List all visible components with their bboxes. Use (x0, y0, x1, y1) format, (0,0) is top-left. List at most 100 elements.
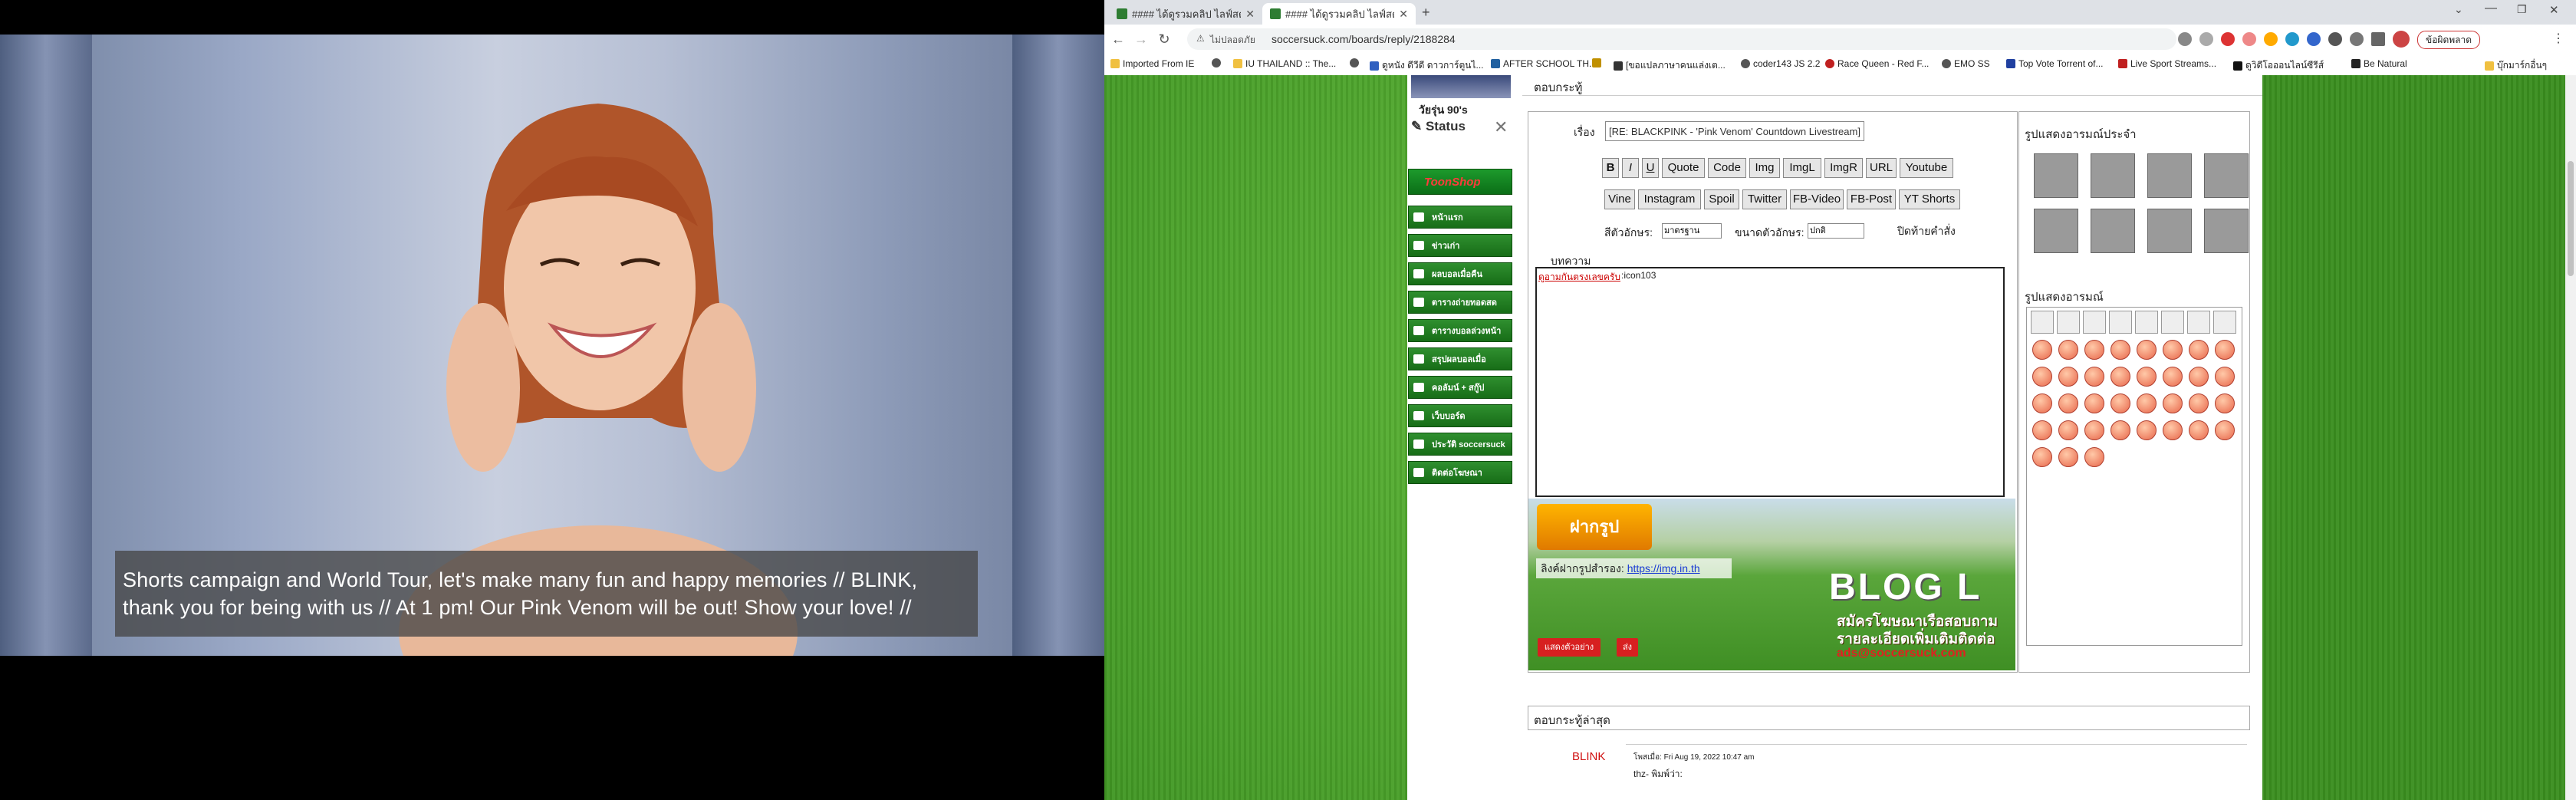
emoticon[interactable] (2032, 367, 2052, 387)
sidebar-item-home[interactable]: หน้าแรก (1408, 206, 1512, 229)
instagram-button[interactable]: Instagram (1638, 189, 1701, 209)
emoticon[interactable] (2032, 340, 2052, 360)
forward-icon[interactable]: → (1132, 30, 1150, 48)
img-button[interactable]: Img (1749, 158, 1780, 178)
bookmark-item[interactable]: IU THAILAND :: The... (1233, 58, 1336, 69)
other-bookmarks[interactable]: บุ๊กมาร์กอื่นๆ (2485, 58, 2547, 73)
subject-input[interactable] (1605, 121, 1864, 141)
twitter-button[interactable]: Twitter (1742, 189, 1787, 209)
sidebar-item-summary[interactable]: สรุปผลบอลเมื่อ (1408, 347, 1512, 370)
bookmark-item[interactable]: ดูวิดีโอออนไลน์ซีรีส์ (2233, 58, 2324, 73)
font-color-select[interactable]: มาตรฐาน (1662, 223, 1722, 239)
emoticon[interactable] (2110, 420, 2130, 440)
bookmark-item[interactable] (1212, 58, 1221, 67)
emoticon-category-tab[interactable] (2031, 311, 2054, 334)
sidebar-item-column[interactable]: คอลัมน์ + สกู๊ป (1408, 376, 1512, 399)
close-tab-icon[interactable]: ✕ (1399, 8, 1408, 21)
sidebar-item-history[interactable]: ประวัติ soccersuck (1408, 433, 1512, 456)
emoticon[interactable] (2058, 340, 2078, 360)
bold-button[interactable]: B (1602, 158, 1619, 178)
personal-emoticon-slot[interactable] (2034, 153, 2078, 198)
bookmark-item[interactable]: Be Natural (2351, 58, 2407, 69)
emoticon[interactable] (2215, 340, 2235, 360)
emoticon[interactable] (2163, 393, 2183, 413)
scrollbar-thumb[interactable] (2568, 161, 2574, 276)
font-size-select[interactable]: ปกติ (1808, 223, 1864, 239)
vine-button[interactable]: Vine (1604, 189, 1635, 209)
personal-emoticon-slot[interactable] (2204, 153, 2249, 198)
fb-video-button[interactable]: FB-Video (1790, 189, 1844, 209)
yt-shorts-button[interactable]: YT Shorts (1899, 189, 1960, 209)
emoticon[interactable] (2084, 447, 2104, 467)
bookmark-item[interactable]: Imported From IE (1110, 58, 1194, 69)
menu-dots-icon[interactable]: ⋮ (2552, 31, 2564, 46)
emoticon[interactable] (2163, 367, 2183, 387)
sidebar-item-shop[interactable]: ToonShop (1408, 169, 1512, 195)
underline-button[interactable]: U (1642, 158, 1659, 178)
browser-tab-2[interactable]: #### ได้ดูรวมคลิป ไลฟ์สดว่าลูกของ... ✕ (1262, 3, 1416, 25)
emoticon-category-tab[interactable] (2109, 311, 2132, 334)
emoticon[interactable] (2058, 420, 2078, 440)
close-tab-icon[interactable]: ✕ (1245, 8, 1255, 21)
imgl-button[interactable]: ImgL (1783, 158, 1821, 178)
preview-button[interactable]: แสดงตัวอย่าง (1538, 638, 1601, 657)
emoticon[interactable] (2084, 420, 2104, 440)
sidebar-item-live-schedule[interactable]: ตารางถ่ายทอดสด (1408, 291, 1512, 314)
reload-icon[interactable]: ↻ (1155, 30, 1173, 48)
quote-button[interactable]: Quote (1662, 158, 1705, 178)
sidebar-item-webboard[interactable]: เว็บบอร์ด (1408, 404, 1512, 427)
personal-emoticon-slot[interactable] (2147, 209, 2192, 253)
message-textarea[interactable]: ดูอามกันตรงเลขครับ :icon103 (1535, 267, 2005, 497)
emoticon[interactable] (2084, 367, 2104, 387)
restore-icon[interactable]: ❐ (2517, 3, 2527, 16)
media-icon[interactable] (2350, 32, 2364, 46)
video-player[interactable]: Shorts campaign and World Tour, let's ma… (0, 0, 1104, 800)
personal-emoticon-slot[interactable] (2147, 153, 2192, 198)
emoticon[interactable] (2189, 367, 2209, 387)
personal-emoticon-slot[interactable] (2091, 153, 2135, 198)
emoticon[interactable] (2110, 340, 2130, 360)
bookmark-star-icon[interactable] (2199, 32, 2213, 46)
emoticon[interactable] (2058, 447, 2078, 467)
emoticon[interactable] (2084, 340, 2104, 360)
personal-emoticon-slot[interactable] (2091, 209, 2135, 253)
emoticon[interactable] (2084, 393, 2104, 413)
personal-emoticon-slot[interactable] (2034, 209, 2078, 253)
emoticon-category-tab[interactable] (2213, 311, 2236, 334)
bookmark-item[interactable]: [ขอแปลภาษาคนแล่งเต... (1614, 58, 1726, 73)
spoil-button[interactable]: Spoil (1704, 189, 1739, 209)
emoticon-category-tab[interactable] (2161, 311, 2184, 334)
url-button[interactable]: URL (1866, 158, 1897, 178)
extension-icon[interactable] (2221, 32, 2235, 46)
emoticon[interactable] (2032, 420, 2052, 440)
emoticon[interactable] (2189, 393, 2209, 413)
emoticon-category-tab[interactable] (2187, 311, 2210, 334)
address-bar[interactable]: ⚠ ไม่ปลอดภัย soccersuck.com/boards/reply… (1187, 28, 2176, 50)
bookmark-item[interactable] (1592, 58, 1601, 67)
upload-image-button[interactable]: ฝากรูป (1537, 504, 1652, 550)
sidebar-item-ads[interactable]: ติดต่อโฆษณา (1408, 461, 1512, 484)
sidebar-item-old-news[interactable]: ข่าวเก่า (1408, 234, 1512, 257)
minimize-icon[interactable]: — (2485, 2, 2497, 15)
avatar[interactable] (2393, 31, 2410, 48)
emoticon[interactable] (2163, 420, 2183, 440)
imgr-button[interactable]: ImgR (1824, 158, 1863, 178)
emoticon[interactable] (2032, 393, 2052, 413)
code-button[interactable]: Code (1708, 158, 1746, 178)
emoticon-category-tab[interactable] (2083, 311, 2106, 334)
emoticon[interactable] (2163, 340, 2183, 360)
emoticon[interactable] (2215, 420, 2235, 440)
browser-tab-1[interactable]: #### ได้ดูรวมคลิป ไลฟ์สดว่าลูกของ... ✕ (1109, 3, 1262, 25)
extensions-puzzle-icon[interactable] (2328, 32, 2342, 46)
emoticon[interactable] (2189, 340, 2209, 360)
new-tab-button[interactable]: + (1422, 5, 1430, 21)
send-button[interactable]: ส่ง (1617, 638, 1638, 657)
extension-icon[interactable] (2285, 32, 2299, 46)
emoticon[interactable] (2137, 340, 2157, 360)
emoticon-category-tab[interactable] (2057, 311, 2080, 334)
emoticon-category-tab[interactable] (2135, 311, 2158, 334)
youtube-button[interactable]: Youtube (1900, 158, 1953, 178)
back-icon[interactable]: ← (1109, 30, 1127, 48)
emoticon[interactable] (2110, 367, 2130, 387)
close-tags-link[interactable]: ปิดท้ายคำสั่ง (1897, 223, 1956, 240)
